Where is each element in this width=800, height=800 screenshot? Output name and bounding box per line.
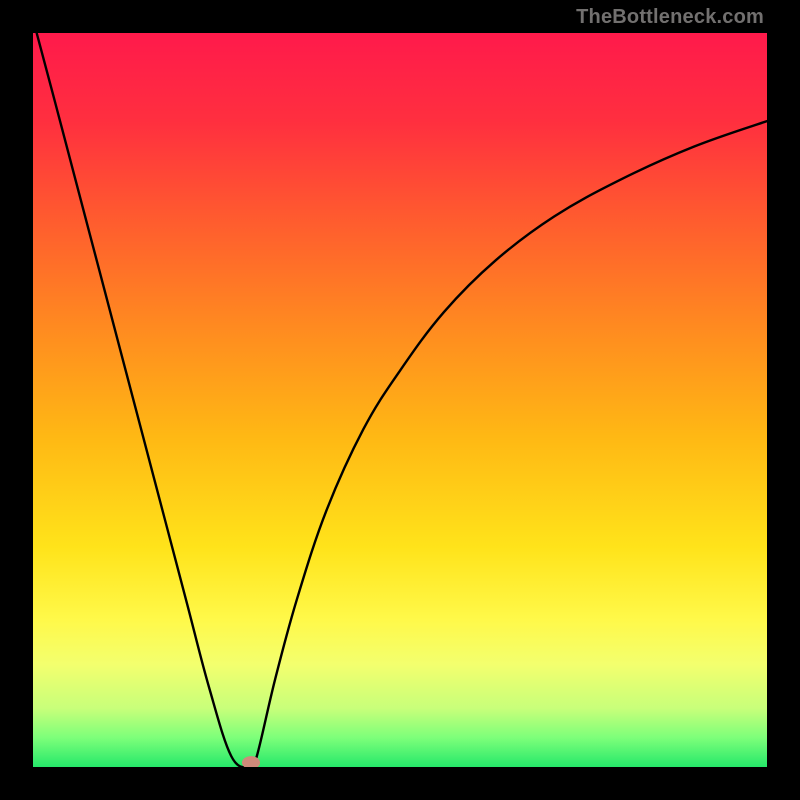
- watermark-text: TheBottleneck.com: [576, 6, 764, 29]
- bottleneck-curve: [37, 33, 767, 767]
- plot-area: [33, 33, 767, 767]
- curve-layer: [33, 33, 767, 767]
- chart-frame: TheBottleneck.com: [0, 0, 800, 800]
